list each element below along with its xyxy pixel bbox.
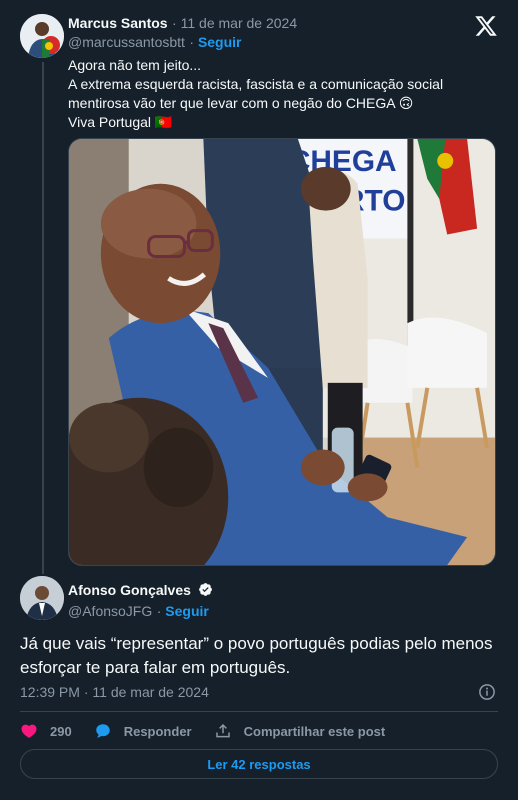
share-icon: [215, 723, 230, 738]
original-post-timestamp[interactable]: 11 de mar de 2024: [181, 15, 298, 31]
original-post-text: Agora não tem jeito... A extrema esquerd…: [68, 56, 488, 132]
share-button[interactable]: Compartilhar este post: [214, 722, 386, 740]
reply-author-avatar[interactable]: [20, 576, 64, 620]
original-post-header: Marcus Santos · 11 de mar de 2024 @marcu…: [68, 14, 458, 52]
reply-post-text: Já que vais “representar” o povo portugu…: [20, 634, 493, 677]
post-line: Viva Portugal 🇵🇹: [68, 114, 173, 130]
reply-bubble-icon: [95, 724, 110, 738]
reply-post-date[interactable]: 11 de mar de 2024: [92, 684, 209, 700]
divider: [20, 711, 498, 712]
separator-dot: ·: [156, 603, 166, 619]
share-label: Compartilhar este post: [243, 723, 386, 739]
follow-original-author-button[interactable]: Seguir: [198, 34, 242, 50]
reply-button[interactable]: Responder: [94, 722, 192, 740]
post-line: A extrema esquerda racista, fascista e a…: [68, 76, 444, 92]
x-logo-icon[interactable]: [474, 14, 498, 38]
reply-label: Responder: [123, 723, 192, 739]
like-count: 290: [50, 723, 72, 739]
original-author-handle[interactable]: @marcussantosbtt: [68, 34, 185, 50]
info-icon[interactable]: [478, 683, 496, 701]
reply-author-handle[interactable]: @AfonsoJFG: [68, 603, 152, 619]
verified-badge-icon: [199, 583, 213, 596]
reply-post-meta: 12:39 PM · 11 de mar de 2024: [20, 684, 209, 700]
like-button[interactable]: 290: [20, 722, 72, 740]
post-action-bar: 290 Responder Compartilhar este post: [20, 721, 407, 741]
follow-reply-author-button[interactable]: Seguir: [165, 603, 209, 619]
thread-connector-line: [42, 62, 44, 574]
separator-dot: ·: [189, 34, 198, 50]
original-author-avatar[interactable]: [20, 14, 64, 58]
separator-dot: ·: [172, 15, 181, 31]
reply-post-header: Afonso Gonçalves @AfonsoJFG · Seguir: [68, 580, 498, 622]
heart-icon: [21, 724, 37, 738]
post-line: Agora não tem jeito...: [68, 57, 202, 73]
post-line: mentirosa vão ter que levar com o negão …: [68, 95, 414, 111]
post-photo[interactable]: CHEGA PORTO: [68, 138, 496, 566]
read-replies-button[interactable]: Ler 42 respostas: [20, 749, 498, 779]
reply-author-name[interactable]: Afonso Gonçalves: [68, 582, 191, 598]
reply-post-time[interactable]: 12:39 PM: [20, 684, 80, 700]
original-author-name[interactable]: Marcus Santos: [68, 15, 168, 31]
